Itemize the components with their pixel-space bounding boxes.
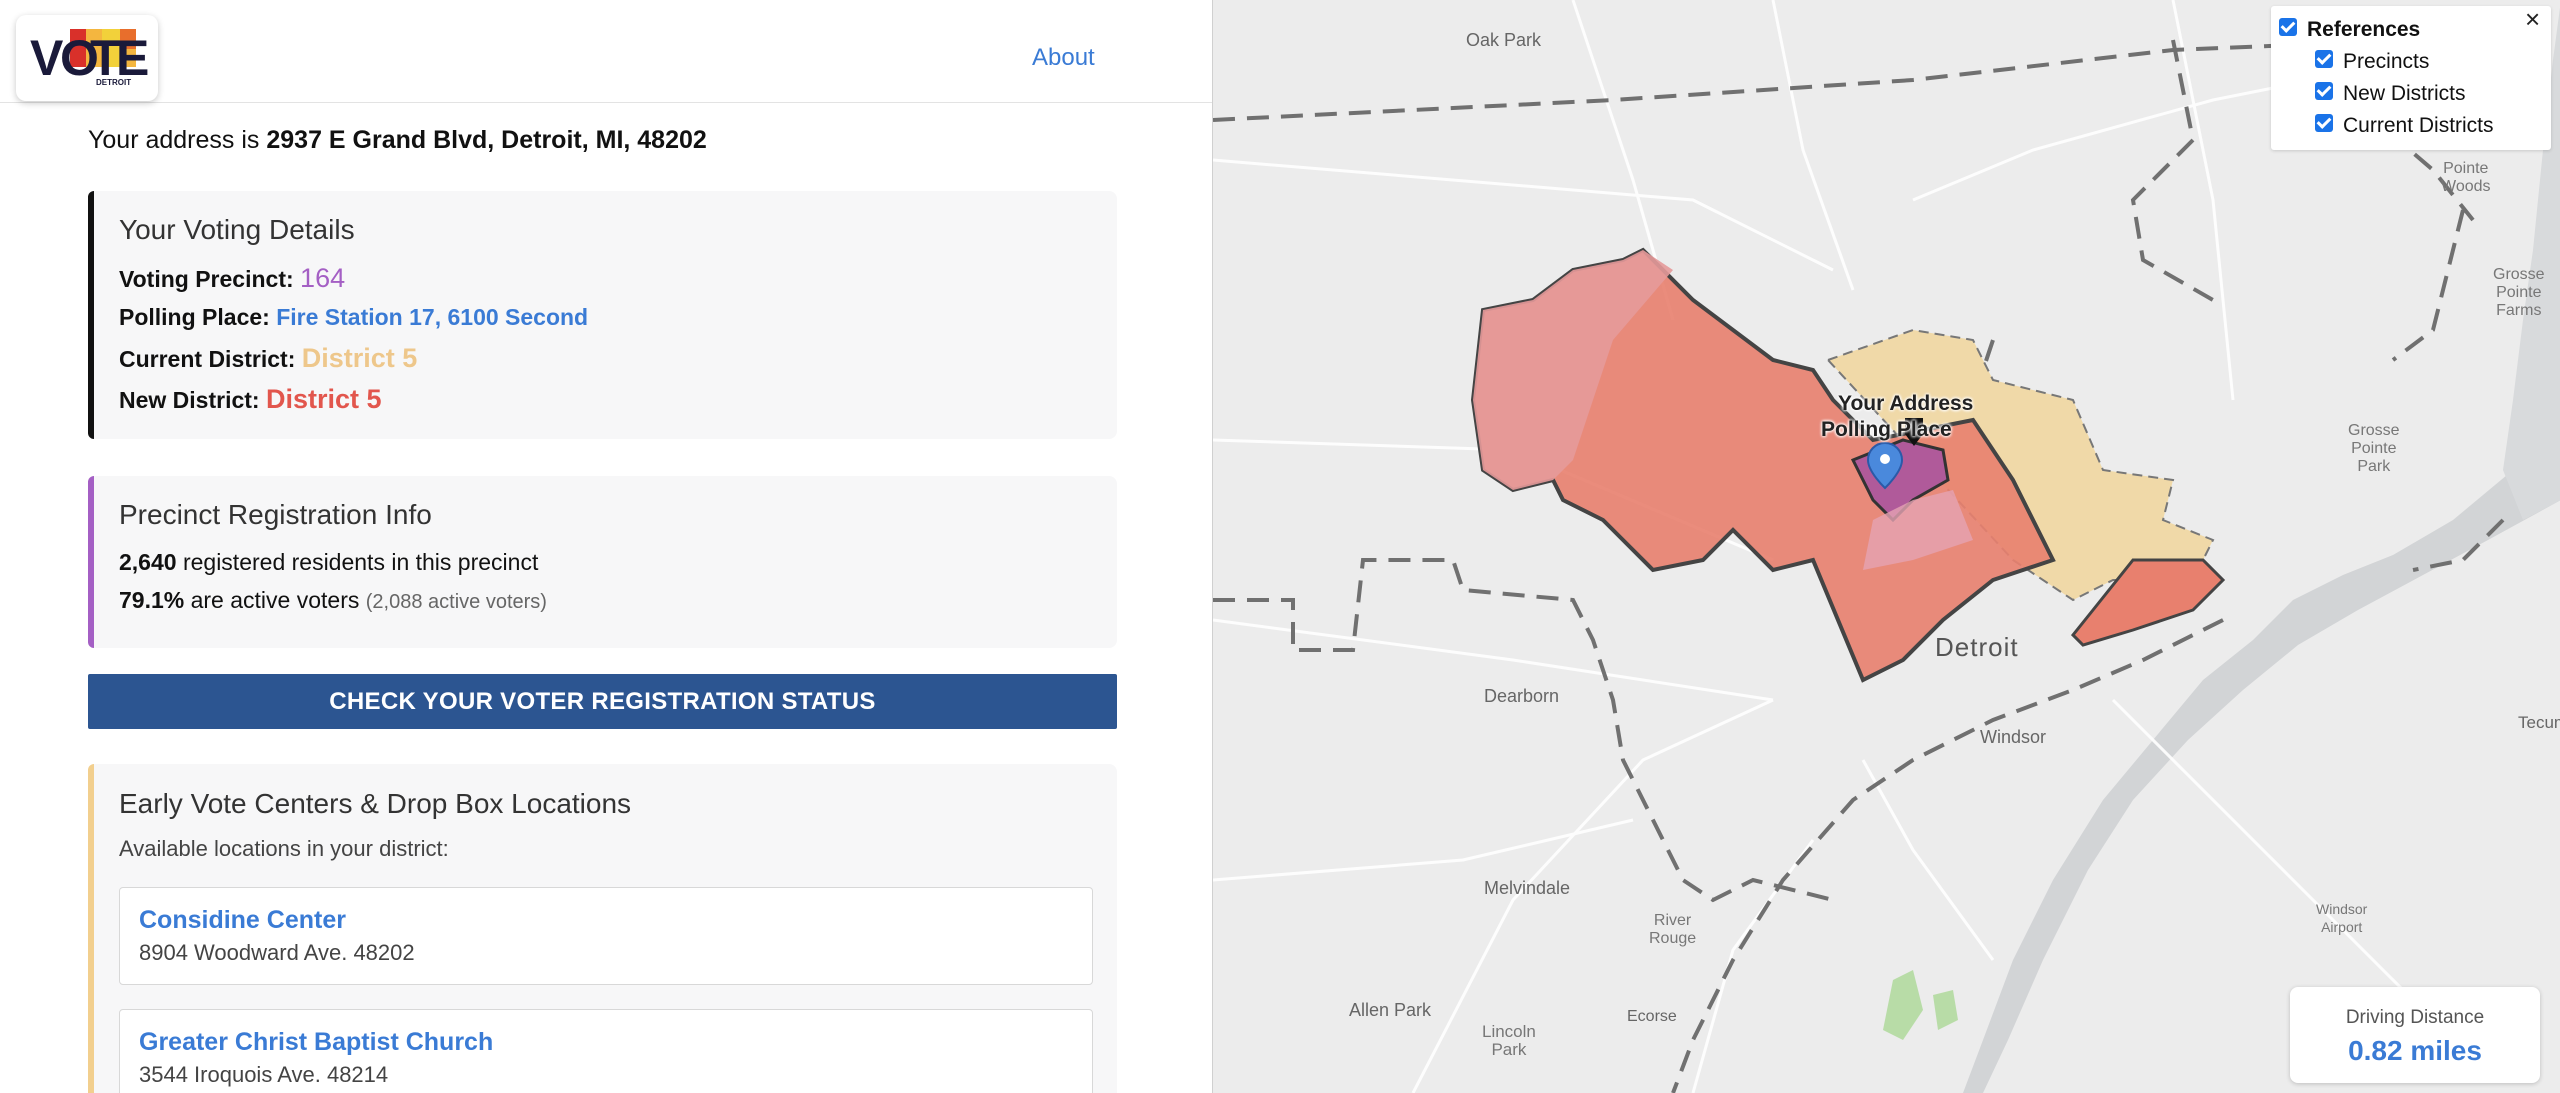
references-label: References: [2307, 18, 2421, 41]
card-accent-bar: [88, 191, 94, 439]
driving-distance-box: Driving Distance 0.82 miles: [2290, 987, 2540, 1083]
references-panel: References Precincts New Districts Curre…: [2271, 6, 2551, 150]
new-district-row: New District: District 5: [119, 384, 382, 415]
place-label-grosse-pointe-woods: Pointe Woods: [2441, 160, 2491, 195]
current-district-value: District 5: [301, 343, 418, 373]
registration-info-card: Precinct Registration Info 2,640 registe…: [88, 476, 1117, 648]
location-name[interactable]: Considine Center: [139, 906, 346, 935]
place-label-windsor: Windsor: [1980, 727, 2047, 747]
park-area: [1883, 970, 1923, 1040]
place-label-grosse-pointe-park: Grosse Pointe Park: [2348, 422, 2400, 475]
place-label-lincoln-park: Lincoln Park: [1482, 1022, 1536, 1059]
precinct-label: Voting Precinct:: [119, 266, 294, 292]
precincts-label: Precincts: [2343, 50, 2430, 73]
check-registration-button[interactable]: CHECK YOUR VOTER REGISTRATION STATUS: [88, 674, 1117, 729]
active-pct: 79.1%: [119, 587, 185, 613]
place-label-dearborn: Dearborn: [1484, 686, 1560, 706]
current-district-label: Current District:: [119, 346, 296, 372]
precinct-value: 164: [300, 263, 346, 293]
address-value: 2937 E Grand Blvd, Detroit, MI, 48202: [266, 126, 707, 154]
precincts-checkbox[interactable]: [2315, 50, 2333, 68]
early-vote-subtitle: Available locations in your district:: [119, 836, 449, 861]
early-vote-title: Early Vote Centers & Drop Box Locations: [119, 788, 632, 819]
new-district-value: District 5: [265, 384, 382, 414]
place-label-ecorse: Ecorse: [1627, 1008, 1677, 1025]
registered-row: 2,640 registered residents in this preci…: [119, 549, 538, 576]
card-accent-bar: [88, 764, 94, 1093]
precinct-row: Voting Precinct: 164: [119, 263, 345, 294]
voting-details-title: Your Voting Details: [119, 214, 355, 245]
location-item[interactable]: Greater Christ Baptist Church 3544 Iroqu…: [119, 1009, 1093, 1093]
svg-text:V: V: [30, 30, 64, 86]
about-link[interactable]: About: [1032, 44, 1095, 72]
address-prefix: Your address is: [88, 126, 260, 154]
place-label-tecumseh: Tecum: [2518, 713, 2560, 732]
references-checkbox[interactable]: [2279, 18, 2297, 36]
new-districts-checkbox[interactable]: [2315, 82, 2333, 100]
polling-place-row: Polling Place: Fire Station 17, 6100 Sec…: [119, 304, 588, 331]
vote-detroit-logo[interactable]: V O T E DETROIT: [16, 15, 158, 101]
driving-distance-label: Driving Distance: [2345, 1007, 2485, 1028]
header: V O T E DETROIT About: [0, 0, 1212, 103]
active-row: 79.1% are active voters (2,088 active vo…: [119, 587, 547, 614]
place-label-river-rouge: River Rouge: [1649, 912, 1697, 947]
place-label-melvindale: Melvindale: [1484, 878, 1571, 898]
registration-title: Precinct Registration Info: [119, 499, 432, 530]
place-label-detroit: Detroit: [1935, 632, 2019, 662]
driving-distance-value: 0.82 miles: [2348, 1035, 2482, 1066]
place-label-allen-park: Allen Park: [1349, 1000, 1432, 1020]
your-address-label: Your Address: [1838, 392, 1974, 415]
logo-graphic: V O T E DETROIT: [30, 29, 149, 87]
active-text: are active voters: [190, 587, 360, 613]
location-item[interactable]: Considine Center 8904 Woodward Ave. 4820…: [119, 887, 1093, 985]
location-address: 8904 Woodward Ave. 48202: [139, 940, 415, 965]
svg-text:DETROIT: DETROIT: [96, 78, 131, 87]
early-vote-card: Early Vote Centers & Drop Box Locations …: [88, 764, 1117, 1093]
card-accent-bar: [88, 476, 94, 648]
new-districts-label: New Districts: [2343, 82, 2466, 105]
location-name[interactable]: Greater Christ Baptist Church: [139, 1028, 493, 1057]
place-label-oak-park: Oak Park: [1466, 30, 1542, 50]
new-district-label: New District:: [119, 387, 260, 413]
voting-details-card: Your Voting Details Voting Precinct: 164…: [88, 191, 1117, 439]
active-count: (2,088 active voters): [365, 591, 547, 613]
map[interactable]: Oak Park Detroit Dearborn Windsor Melvin…: [1212, 0, 2560, 1093]
current-district-row: Current District: District 5: [119, 343, 417, 374]
park-area: [1933, 990, 1958, 1030]
polling-place-label: Polling Place: [1821, 418, 1952, 441]
registered-count: 2,640: [119, 549, 177, 575]
info-panel: V O T E DETROIT About Your address is 29…: [0, 0, 1212, 1093]
close-icon[interactable]: ×: [2525, 4, 2540, 35]
location-address: 3544 Iroquois Ave. 48214: [139, 1062, 389, 1087]
current-districts-checkbox[interactable]: [2315, 114, 2333, 132]
polling-place-label: Polling Place:: [119, 304, 270, 330]
registered-text: registered residents in this precinct: [182, 549, 539, 575]
polling-place-value[interactable]: Fire Station 17, 6100 Second: [276, 304, 588, 330]
current-districts-label: Current Districts: [2343, 114, 2494, 137]
place-label-windsor-airport: Windsor Airport: [2316, 901, 2368, 935]
place-label-grosse-pointe-farms: Grosse Pointe Farms: [2493, 266, 2545, 319]
address-line: Your address is 2937 E Grand Blvd, Detro…: [88, 126, 707, 155]
